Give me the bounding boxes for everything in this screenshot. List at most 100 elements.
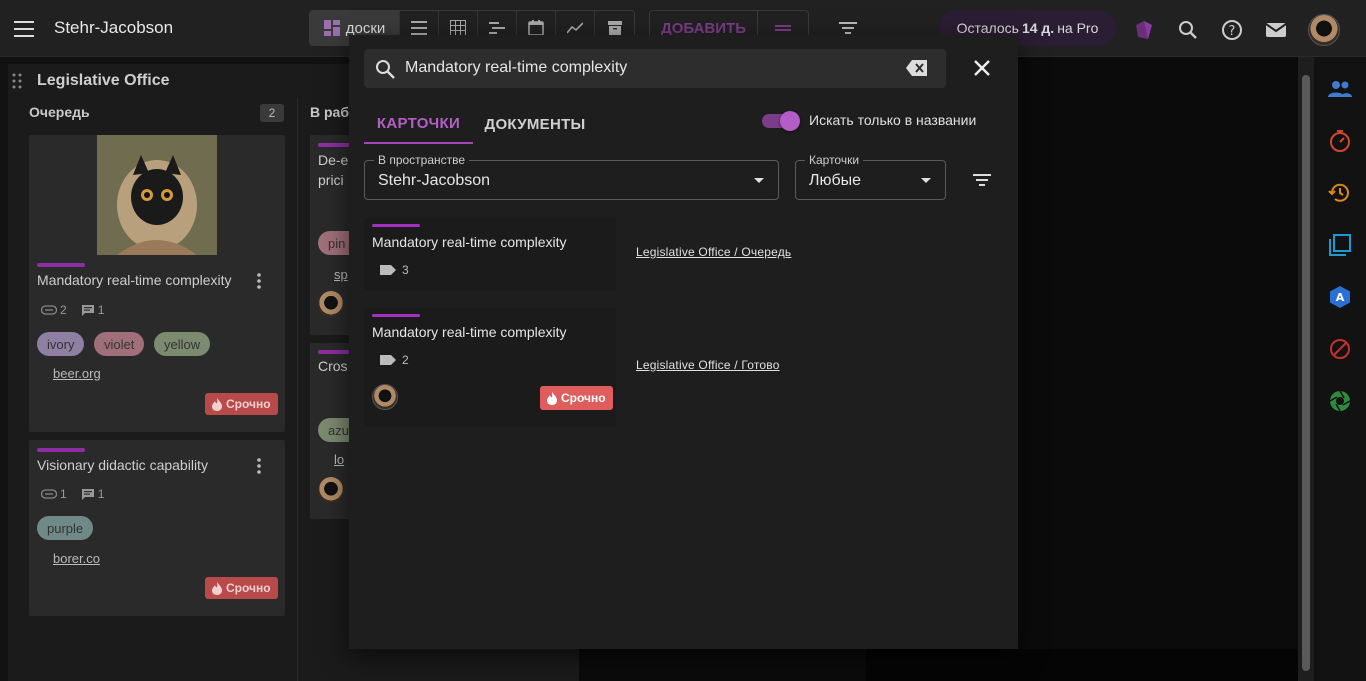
comment-icon xyxy=(81,488,94,500)
help-icon[interactable]: ? xyxy=(1220,18,1244,42)
user-avatar[interactable] xyxy=(1308,14,1340,46)
clear-input-icon[interactable] xyxy=(905,57,929,79)
cards-type-select[interactable]: Карточки Любые xyxy=(795,153,946,200)
cards-select-legend: Карточки xyxy=(805,153,864,167)
card-title-partial[interactable]: De-e xyxy=(318,152,348,168)
aperture-icon[interactable] xyxy=(1327,388,1353,414)
urgent-label: Срочно xyxy=(561,391,606,405)
card-meta: 2 1 xyxy=(41,303,104,317)
fire-icon xyxy=(212,397,222,411)
tag-chip[interactable]: pin xyxy=(318,231,349,255)
card-link[interactable]: borer.co xyxy=(53,551,100,566)
top-right-toolbar: ? xyxy=(1132,14,1340,46)
member-avatar[interactable] xyxy=(318,291,344,317)
card-label-stripe xyxy=(37,448,85,452)
result-title[interactable]: Mandatory real-time complexity xyxy=(372,324,567,340)
search-input[interactable] xyxy=(405,56,895,80)
list-icon xyxy=(411,21,427,35)
title-only-toggle-label: Искать только в названии xyxy=(809,112,977,128)
dashboard-icon xyxy=(323,20,340,36)
column-count-badge: 2 xyxy=(260,104,284,122)
card-label-stripe xyxy=(37,263,85,267)
card-link[interactable]: sp xyxy=(334,267,348,282)
space-select-legend: В пространстве xyxy=(374,153,470,167)
member-avatar[interactable] xyxy=(372,384,398,410)
urgent-label: Срочно xyxy=(226,397,271,411)
pro-gem-icon[interactable] xyxy=(1132,18,1156,42)
urgent-label: Срочно xyxy=(226,581,271,595)
more-vert-icon[interactable] xyxy=(250,272,268,290)
right-rail-icons: A xyxy=(1327,76,1353,414)
mail-icon[interactable] xyxy=(1264,18,1288,42)
filter-icon[interactable] xyxy=(970,168,994,192)
result-path-link[interactable]: Legislative Office / Очередь xyxy=(636,245,791,259)
view-boards-label: доски xyxy=(345,19,386,37)
column-title[interactable]: Очередь xyxy=(29,104,90,120)
urgent-badge: Срочно xyxy=(205,577,278,599)
svg-text:?: ? xyxy=(1229,24,1236,39)
card-title-partial[interactable]: prici xyxy=(318,172,344,188)
card-link[interactable]: lo xyxy=(334,452,344,467)
more-vert-icon[interactable] xyxy=(250,457,268,475)
timer-icon[interactable] xyxy=(1327,128,1353,154)
tags-count: 2 xyxy=(402,353,409,367)
card-link[interactable]: beer.org xyxy=(53,366,101,381)
tag-chip[interactable]: yellow xyxy=(154,332,211,356)
blocked-icon[interactable] xyxy=(1327,336,1353,362)
space-select[interactable]: В пространстве Stehr-Jacobson xyxy=(364,153,779,200)
close-icon[interactable] xyxy=(970,56,994,80)
fire-icon xyxy=(547,391,557,405)
pro-days: 14 д. xyxy=(1021,20,1055,36)
pro-prefix: Осталось xyxy=(956,20,1019,36)
pro-suffix: на Pro xyxy=(1057,20,1099,36)
comment-count: 1 xyxy=(97,487,105,501)
card-meta: 1 1 xyxy=(41,487,104,501)
result-title[interactable]: Mandatory real-time complexity xyxy=(372,234,567,250)
members-icon[interactable] xyxy=(1327,76,1353,102)
attachment-icon xyxy=(41,305,57,315)
menu-icon[interactable] xyxy=(12,16,38,42)
column-divider xyxy=(297,98,298,681)
automation-icon[interactable]: A xyxy=(1327,284,1353,310)
search-icon[interactable] xyxy=(1176,18,1200,42)
scrollbar-thumb[interactable] xyxy=(1302,75,1310,671)
card-label-stripe xyxy=(372,314,420,317)
search-result-card[interactable]: Mandatory real-time complexity 2 Срочно xyxy=(364,308,616,426)
chevron-down-icon xyxy=(921,178,931,183)
card-title[interactable]: Mandatory real-time complexity xyxy=(37,272,232,288)
card-title[interactable]: Visionary didactic capability xyxy=(37,457,208,473)
tab-documents[interactable]: ДОКУМЕНТЫ xyxy=(476,104,594,144)
attachment-icon xyxy=(41,489,57,499)
urgent-badge: Срочно xyxy=(540,386,613,410)
title-only-toggle[interactable] xyxy=(762,111,800,131)
fire-icon xyxy=(212,581,222,595)
tab-cards[interactable]: КАРТОЧКИ xyxy=(364,104,473,144)
app-title[interactable]: Stehr-Jacobson xyxy=(54,18,173,38)
cards-stack-icon[interactable] xyxy=(1327,232,1353,258)
tags-count: 3 xyxy=(402,263,409,277)
gantt-icon xyxy=(489,22,505,34)
card-title-partial[interactable]: Cros xyxy=(318,358,348,374)
card-label-stripe xyxy=(318,350,350,354)
tag-chip[interactable]: ivory xyxy=(37,332,85,356)
archive-icon xyxy=(607,21,622,35)
tag-chip[interactable]: violet xyxy=(94,332,145,356)
tag-chip[interactable]: purple xyxy=(37,516,94,540)
result-path-link[interactable]: Legislative Office / Готово xyxy=(636,358,780,372)
search-icon xyxy=(374,58,396,80)
board-scrollbar[interactable] xyxy=(1298,57,1314,681)
member-avatar[interactable] xyxy=(318,477,344,503)
chevron-down-icon xyxy=(754,178,764,183)
card-label-stripe xyxy=(318,143,350,147)
calendar-icon xyxy=(528,20,544,36)
search-result-card[interactable]: Mandatory real-time complexity 3 xyxy=(364,218,616,290)
drag-handle-icon[interactable] xyxy=(12,73,22,89)
history-icon[interactable] xyxy=(1327,180,1353,206)
urgent-badge: Срочно xyxy=(205,393,278,415)
label-tag-icon xyxy=(380,265,396,275)
label-tag-icon xyxy=(380,355,396,365)
menu-lines-icon xyxy=(775,25,791,31)
board-title[interactable]: Legislative Office xyxy=(37,72,170,90)
tag-chip[interactable]: azu xyxy=(318,418,349,442)
result-meta: 3 xyxy=(380,263,409,277)
